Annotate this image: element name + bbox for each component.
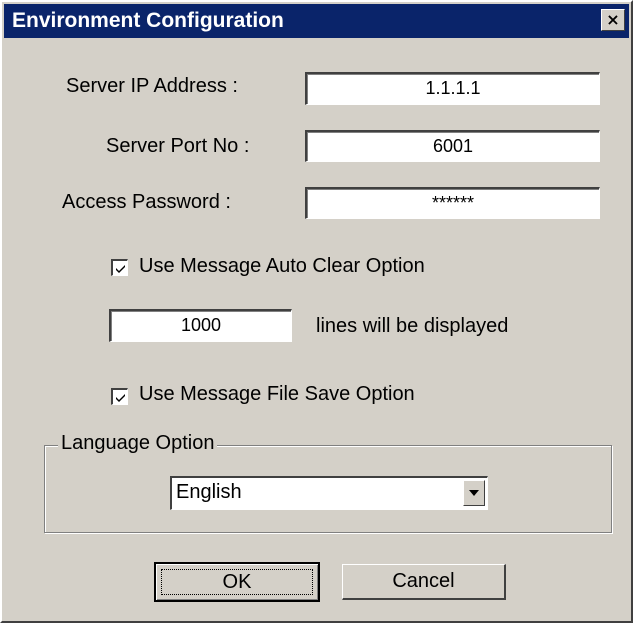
chevron-down-icon: [469, 490, 479, 496]
server-port-label: Server Port No :: [106, 135, 250, 157]
language-selected-value: English: [176, 481, 242, 503]
access-password-input[interactable]: ******: [305, 187, 600, 219]
server-ip-input[interactable]: 1.1.1.1: [305, 72, 600, 105]
auto-clear-label: Use Message Auto Clear Option: [139, 255, 425, 277]
lines-suffix-label: lines will be displayed: [316, 315, 509, 337]
close-button[interactable]: ×: [601, 9, 625, 31]
language-option-legend: Language Option: [58, 432, 218, 455]
server-ip-label: Server IP Address :: [66, 75, 238, 97]
lines-input[interactable]: 1000: [109, 309, 292, 342]
close-icon: ×: [606, 10, 620, 29]
access-password-label: Access Password :: [62, 191, 231, 213]
title-bar: Environment Configuration ×: [4, 4, 629, 38]
auto-clear-checkbox[interactable]: [111, 259, 128, 276]
server-port-input[interactable]: 6001: [305, 130, 600, 162]
ok-button[interactable]: OK: [154, 562, 320, 602]
file-save-checkbox[interactable]: [111, 388, 128, 405]
language-dropdown-button[interactable]: [463, 480, 485, 506]
window-title: Environment Configuration: [12, 9, 284, 32]
checkmark-icon: [116, 394, 125, 402]
cancel-button[interactable]: Cancel: [342, 564, 506, 600]
language-select[interactable]: English: [170, 476, 488, 510]
environment-configuration-dialog: Environment Configuration × Server IP Ad…: [0, 0, 633, 623]
ok-button-label: OK: [161, 569, 313, 595]
checkmark-icon: [116, 265, 125, 273]
file-save-label: Use Message File Save Option: [139, 383, 415, 405]
